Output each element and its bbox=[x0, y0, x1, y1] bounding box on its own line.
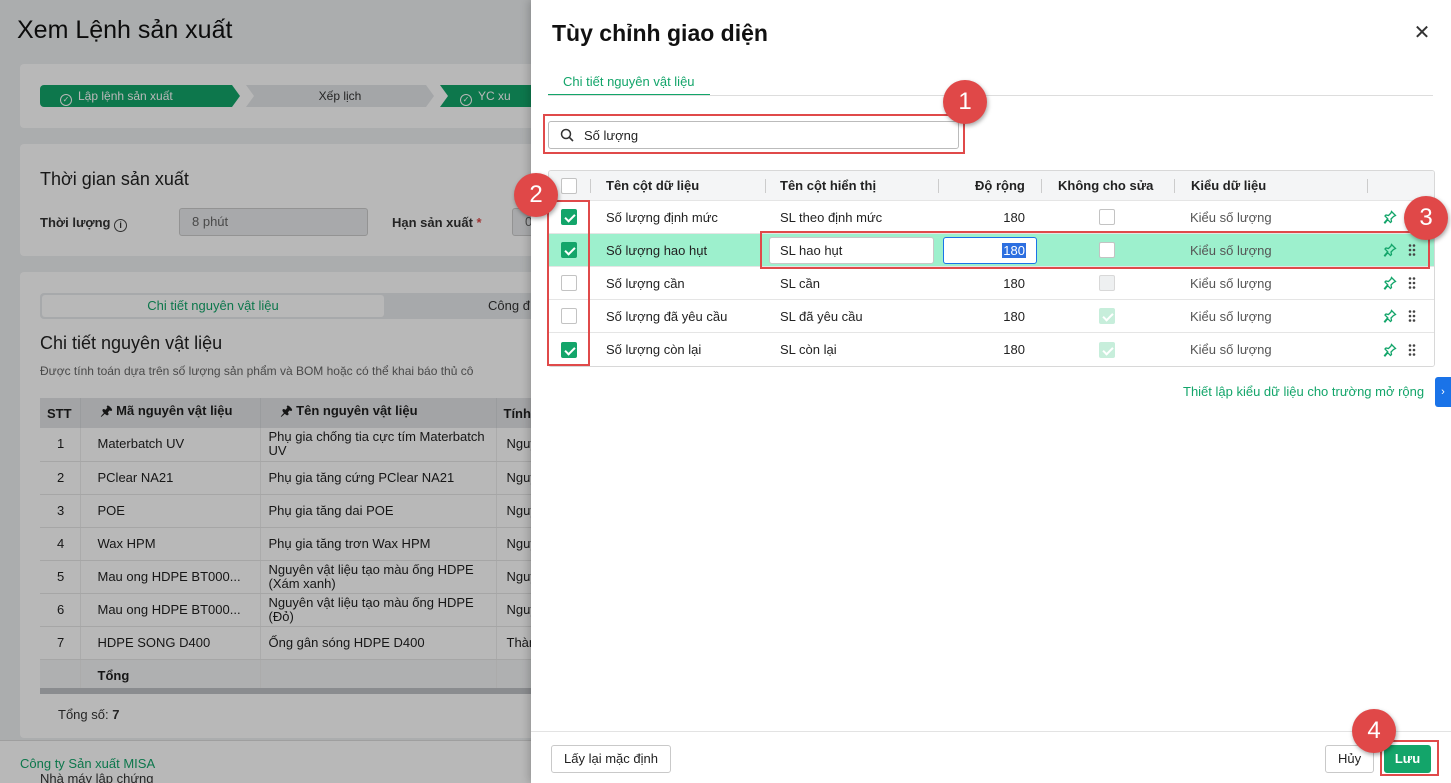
annotation-badge: 1 bbox=[943, 80, 987, 124]
display-name-cell[interactable]: SL cần bbox=[780, 267, 820, 299]
select-all-checkbox[interactable] bbox=[561, 177, 577, 194]
row-checkbox[interactable] bbox=[561, 242, 577, 258]
pin-icon[interactable] bbox=[1383, 309, 1397, 323]
display-name-cell[interactable]: SL theo định mức bbox=[780, 201, 882, 233]
header-display-name: Tên cột hiển thị bbox=[780, 178, 877, 193]
data-type-cell[interactable]: Kiểu số lượng bbox=[1190, 201, 1272, 233]
data-type-cell[interactable]: Kiểu số lượng bbox=[1190, 267, 1272, 299]
grid-row[interactable]: Số lượng đã yêu cầu SL đã yêu cầu 180 Ki… bbox=[549, 300, 1434, 333]
drag-handle-icon[interactable] bbox=[1407, 243, 1417, 257]
width-cell[interactable]: 180 bbox=[994, 201, 1025, 233]
pin-icon[interactable] bbox=[1383, 243, 1397, 257]
display-name-cell[interactable]: SL đã yêu cầu bbox=[780, 300, 863, 332]
header-width: Độ rộng bbox=[975, 178, 1025, 193]
width-cell[interactable]: 180 bbox=[994, 267, 1025, 299]
grid-row[interactable]: Số lượng định mức SL theo định mức 180 K… bbox=[549, 201, 1434, 234]
pin-icon[interactable] bbox=[1383, 276, 1397, 290]
row-checkbox[interactable] bbox=[561, 275, 577, 291]
customize-panel: Tùy chỉnh giao diện ✕ Chi tiết nguyên vậ… bbox=[531, 0, 1451, 783]
reset-default-button[interactable]: Lấy lại mặc định bbox=[551, 745, 671, 773]
display-name-input[interactable]: SL hao hụt bbox=[769, 237, 934, 264]
grid-row[interactable]: Số lượng cần SL cần 180 Kiểu số lượng bbox=[549, 267, 1434, 300]
grid-row[interactable]: Số lượng còn lại SL còn lại 180 Kiểu số … bbox=[549, 333, 1434, 366]
row-checkbox[interactable] bbox=[561, 209, 577, 225]
search-box bbox=[548, 121, 959, 149]
panel-title: Tùy chỉnh giao diện bbox=[552, 20, 768, 46]
grid-row-selected[interactable]: Số lượng hao hụt SL hao hụt 180 Kiểu số … bbox=[549, 234, 1434, 267]
data-type-cell[interactable]: Kiểu số lượng bbox=[1190, 234, 1272, 266]
annotation-badge: 4 bbox=[1352, 709, 1396, 753]
width-input[interactable]: 180 bbox=[943, 237, 1037, 264]
grid-header: Tên cột dữ liệu Tên cột hiển thị Độ rộng… bbox=[549, 171, 1434, 201]
annotation-badge: 3 bbox=[1404, 196, 1448, 240]
tab-material-details[interactable]: Chi tiết nguyên vật liệu bbox=[548, 70, 710, 96]
width-cell[interactable]: 180 bbox=[994, 300, 1025, 332]
display-name-cell[interactable]: SL còn lại bbox=[780, 333, 837, 366]
pin-icon[interactable] bbox=[1383, 210, 1397, 224]
close-icon[interactable]: ✕ bbox=[1411, 22, 1433, 44]
save-button[interactable]: Lưu bbox=[1384, 745, 1431, 773]
no-edit-checkbox bbox=[1099, 341, 1115, 358]
extended-field-type-link[interactable]: Thiết lập kiểu dữ liệu cho trường mở rộn… bbox=[1183, 384, 1424, 399]
row-checkbox[interactable] bbox=[561, 341, 577, 358]
no-edit-checkbox[interactable] bbox=[1099, 209, 1115, 225]
panel-footer: Lấy lại mặc định Hủy Lưu bbox=[531, 731, 1451, 783]
width-cell[interactable]: 180 bbox=[994, 333, 1025, 366]
search-icon bbox=[560, 128, 574, 142]
search-input[interactable] bbox=[584, 125, 944, 145]
header-no-edit: Không cho sửa bbox=[1058, 178, 1154, 193]
header-data-type: Kiểu dữ liệu bbox=[1191, 178, 1267, 193]
no-edit-checkbox bbox=[1099, 275, 1115, 291]
drag-handle-icon[interactable] bbox=[1407, 276, 1417, 290]
annotation-badge: 2 bbox=[514, 173, 558, 217]
column-grid: Tên cột dữ liệu Tên cột hiển thị Độ rộng… bbox=[548, 170, 1435, 367]
no-edit-checkbox bbox=[1099, 308, 1115, 324]
modal-overlay[interactable] bbox=[0, 0, 531, 783]
header-col-name: Tên cột dữ liệu bbox=[606, 178, 700, 193]
no-edit-checkbox[interactable] bbox=[1099, 242, 1115, 258]
chevron-right-icon[interactable]: › bbox=[1435, 377, 1451, 407]
drag-handle-icon[interactable] bbox=[1407, 343, 1417, 357]
data-type-cell[interactable]: Kiểu số lượng bbox=[1190, 333, 1272, 366]
pin-icon[interactable] bbox=[1383, 342, 1397, 357]
drag-handle-icon[interactable] bbox=[1407, 309, 1417, 323]
data-type-cell[interactable]: Kiểu số lượng bbox=[1190, 300, 1272, 332]
row-checkbox[interactable] bbox=[561, 308, 577, 324]
